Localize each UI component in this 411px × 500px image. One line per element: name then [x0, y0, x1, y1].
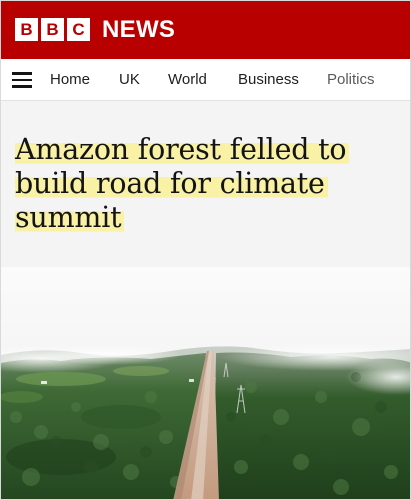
logo-block-c: C	[67, 18, 90, 41]
hamburger-menu-icon[interactable]	[12, 72, 32, 88]
nav-item-home[interactable]: Home	[50, 71, 90, 88]
main-nav: Home UK World Business Politics	[1, 59, 410, 101]
logo-block-b2: B	[41, 18, 64, 41]
article-headline[interactable]: Amazon forest felled to build road for c…	[15, 133, 405, 235]
nav-item-business[interactable]: Business	[238, 71, 299, 88]
bbc-news-page: B B C NEWS Home UK World Business Politi…	[0, 0, 411, 500]
news-wordmark[interactable]: NEWS	[102, 16, 175, 44]
logo-block-b1: B	[15, 18, 38, 41]
nav-item-world[interactable]: World	[168, 71, 207, 88]
nav-item-uk[interactable]: UK	[119, 71, 140, 88]
headline-text: Amazon forest felled to build road for c…	[15, 133, 350, 234]
site-header: B B C NEWS	[1, 1, 410, 59]
bbc-logo[interactable]: B B C	[15, 18, 90, 41]
nav-item-politics[interactable]: Politics	[327, 71, 375, 88]
hero-image	[1, 267, 410, 499]
